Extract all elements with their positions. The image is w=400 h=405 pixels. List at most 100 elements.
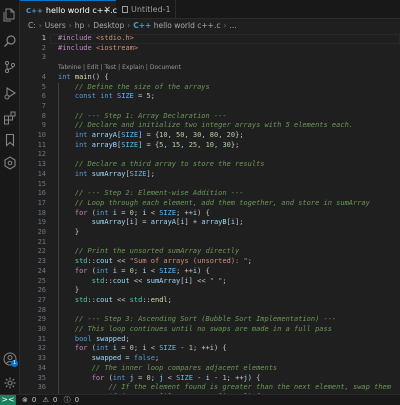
source-control-icon[interactable] xyxy=(3,60,17,74)
code-line[interactable]: 3 xyxy=(20,53,400,63)
code-token: int xyxy=(58,72,75,81)
code-text: // Declare and initialize two integer ar… xyxy=(58,121,353,131)
breadcrumb-file[interactable]: hello world c++.c xyxy=(154,21,221,30)
line-number: 10 xyxy=(37,131,46,139)
code-line[interactable]: 11 int arrayB[SIZE] = {5, 15, 25, 10, 30… xyxy=(20,141,400,151)
code-line[interactable]: 21 xyxy=(20,238,400,248)
remote-indicator[interactable]: >< xyxy=(0,395,16,405)
code-line[interactable]: 36 // If the element found is greater th… xyxy=(20,383,400,393)
code-line[interactable]: 4 int main() { xyxy=(20,73,400,83)
code-token: :: xyxy=(104,276,113,285)
line-number: 15 xyxy=(37,179,46,188)
code-line[interactable]: 26 } xyxy=(20,286,400,296)
code-token: sumArray xyxy=(91,169,126,178)
cpp-file-icon: C++ xyxy=(26,7,43,15)
code-text: int sumArray[SIZE]; xyxy=(58,170,155,180)
code-text: for (int i = 0; i < SIZE; ++i) { xyxy=(58,209,210,219)
code-line[interactable]: 23 std::cout << "Sum of arrays (unsorted… xyxy=(20,257,400,267)
breadcrumb: C: › Users › hp › Desktop › C++ hello world c++.… xyxy=(20,19,400,32)
code-token: // The inner loop compares adjacent elem… xyxy=(58,363,278,372)
bookmark-icon[interactable] xyxy=(3,133,17,147)
code-token: for xyxy=(58,208,92,217)
line-number: 13 xyxy=(37,160,46,169)
run-debug-icon[interactable] xyxy=(3,86,17,100)
code-line[interactable]: 14 int sumArray[SIZE]; xyxy=(20,170,400,180)
code-line[interactable]: 28 xyxy=(20,306,400,316)
code-token: arrayB xyxy=(201,218,227,227)
code-token: SIZE xyxy=(159,266,177,275)
breadcrumb-hp[interactable]: hp xyxy=(75,21,85,30)
code-line[interactable]: 19 sumArray[i] = arrayA[i] + arrayB[i]; xyxy=(20,218,400,228)
code-token: ; xyxy=(154,354,160,363)
code-line[interactable]: 20 } xyxy=(20,228,400,238)
code-line[interactable]: 17 // Loop through each element, add the… xyxy=(20,199,400,209)
code-token: cout xyxy=(112,276,130,285)
breadcrumb-drive[interactable]: C: xyxy=(28,21,36,30)
code-line[interactable]: 5 // Define the size of the arrays xyxy=(20,83,400,93)
close-tab-icon[interactable]: × xyxy=(103,1,111,20)
code-line[interactable]: 10 int arrayA[SIZE] = {10, 50, 30, 80, 2… xyxy=(20,131,400,141)
breadcrumb-more[interactable]: ... xyxy=(229,21,236,30)
code-text: #include <stdio.h> xyxy=(58,34,134,44)
code-token: // If the element found is greater than … xyxy=(58,383,391,392)
code-line[interactable]: 9 // Declare and initialize two integer … xyxy=(20,121,400,131)
info-count: 0 xyxy=(74,396,80,404)
code-text: for (int i = 0; i < SIZE - 1; ++i) { xyxy=(58,344,227,354)
code-text: // --- Step 3: Ascending Sort (Bubble So… xyxy=(58,315,336,325)
code-line[interactable]: 6 const int SIZE = 5; xyxy=(20,92,400,102)
line-number: 1 xyxy=(41,34,46,42)
code-line[interactable]: 22 // Print the unsorted sumArray direct… xyxy=(20,247,400,257)
error-icon: ⊗ xyxy=(22,396,28,404)
problems-indicator[interactable]: ⊗ 0 ⚠ 0 ⓘ 0 xyxy=(22,395,83,405)
code-token: ) { xyxy=(197,208,210,217)
code-text: std::cout << sumArray[i] << " "; xyxy=(58,277,227,287)
code-token: <stdio.h> xyxy=(95,34,134,42)
search-icon[interactable] xyxy=(3,34,17,48)
code-editor[interactable]: 1 #include <stdio.h> 2 #include <iostream> 3… xyxy=(20,32,400,394)
code-text: bool swapped; xyxy=(58,335,130,345)
code-line[interactable]: 12 xyxy=(20,150,400,160)
codelens-actions[interactable]: Tabnine | Edit | Test | Explain | Docume… xyxy=(58,64,181,71)
code-token: ; ++ xyxy=(192,344,210,353)
code-line[interactable]: 30 // This loop continues until no swaps… xyxy=(20,325,400,335)
breadcrumb-desktop[interactable]: Desktop xyxy=(93,21,124,30)
code-line[interactable]: 18 for (int i = 0; i < SIZE; ++i) { xyxy=(20,209,400,219)
code-line[interactable]: 25 std::cout << sumArray[i] << " "; xyxy=(20,277,400,287)
code-token: false xyxy=(133,354,155,363)
explorer-icon[interactable] xyxy=(3,8,17,22)
code-text: // Declare a third array to store the re… xyxy=(58,160,265,170)
tab-untitled[interactable]: Untitled-1 xyxy=(116,0,176,19)
file-icon xyxy=(122,6,128,13)
code-line[interactable]: 27 std::cout << std::endl; xyxy=(20,296,400,306)
code-token: :: xyxy=(142,295,151,304)
code-line[interactable]: 24 for (int i = 0; i < SIZE; ++i) { xyxy=(20,267,400,277)
code-token: ; xyxy=(125,334,130,343)
account-icon[interactable]: 1 xyxy=(3,352,18,367)
code-line[interactable]: 35 for (int j = 0; j < SIZE - i - 1; ++j… xyxy=(20,374,400,384)
manage-gear-icon[interactable] xyxy=(3,376,17,390)
breadcrumb-users[interactable]: Users xyxy=(45,21,66,30)
code-line[interactable]: 8 // --- Step 1: Array Declaration --- xyxy=(20,112,400,122)
code-token: = xyxy=(117,208,130,217)
code-line[interactable]: 33 swapped = false; xyxy=(20,354,400,364)
code-line[interactable]: 1 #include <stdio.h> xyxy=(20,34,400,44)
code-token: < xyxy=(146,266,160,275)
code-line[interactable]: 15 xyxy=(20,180,400,190)
code-line[interactable]: 29 // --- Step 3: Ascending Sort (Bubble… xyxy=(20,315,400,325)
settings-sync-icon[interactable] xyxy=(3,156,17,170)
code-token: for xyxy=(58,344,92,353)
code-token: }; xyxy=(235,131,244,139)
code-token: 25 xyxy=(188,140,198,149)
code-token: int xyxy=(95,344,113,353)
code-line[interactable]: 34 // The inner loop compares adjacent e… xyxy=(20,364,400,374)
code-line[interactable]: 2 #include <iostream> xyxy=(20,44,400,54)
code-token: } xyxy=(58,228,80,236)
code-line[interactable]: 7 xyxy=(20,102,400,112)
line-number: 22 xyxy=(37,247,46,256)
code-line[interactable]: 32 for (int i = 0; i < SIZE - 1; ++i) { xyxy=(20,344,400,354)
extensions-icon[interactable] xyxy=(3,111,17,125)
code-line[interactable]: 31 bool swapped; xyxy=(20,335,400,345)
tab-hello-world[interactable]: C++ hello world c++.c × xyxy=(20,0,117,20)
code-line[interactable]: 16 // --- Step 2: Element-wise Addition … xyxy=(20,189,400,199)
code-line[interactable]: 13 // Declare a third array to store the… xyxy=(20,160,400,170)
